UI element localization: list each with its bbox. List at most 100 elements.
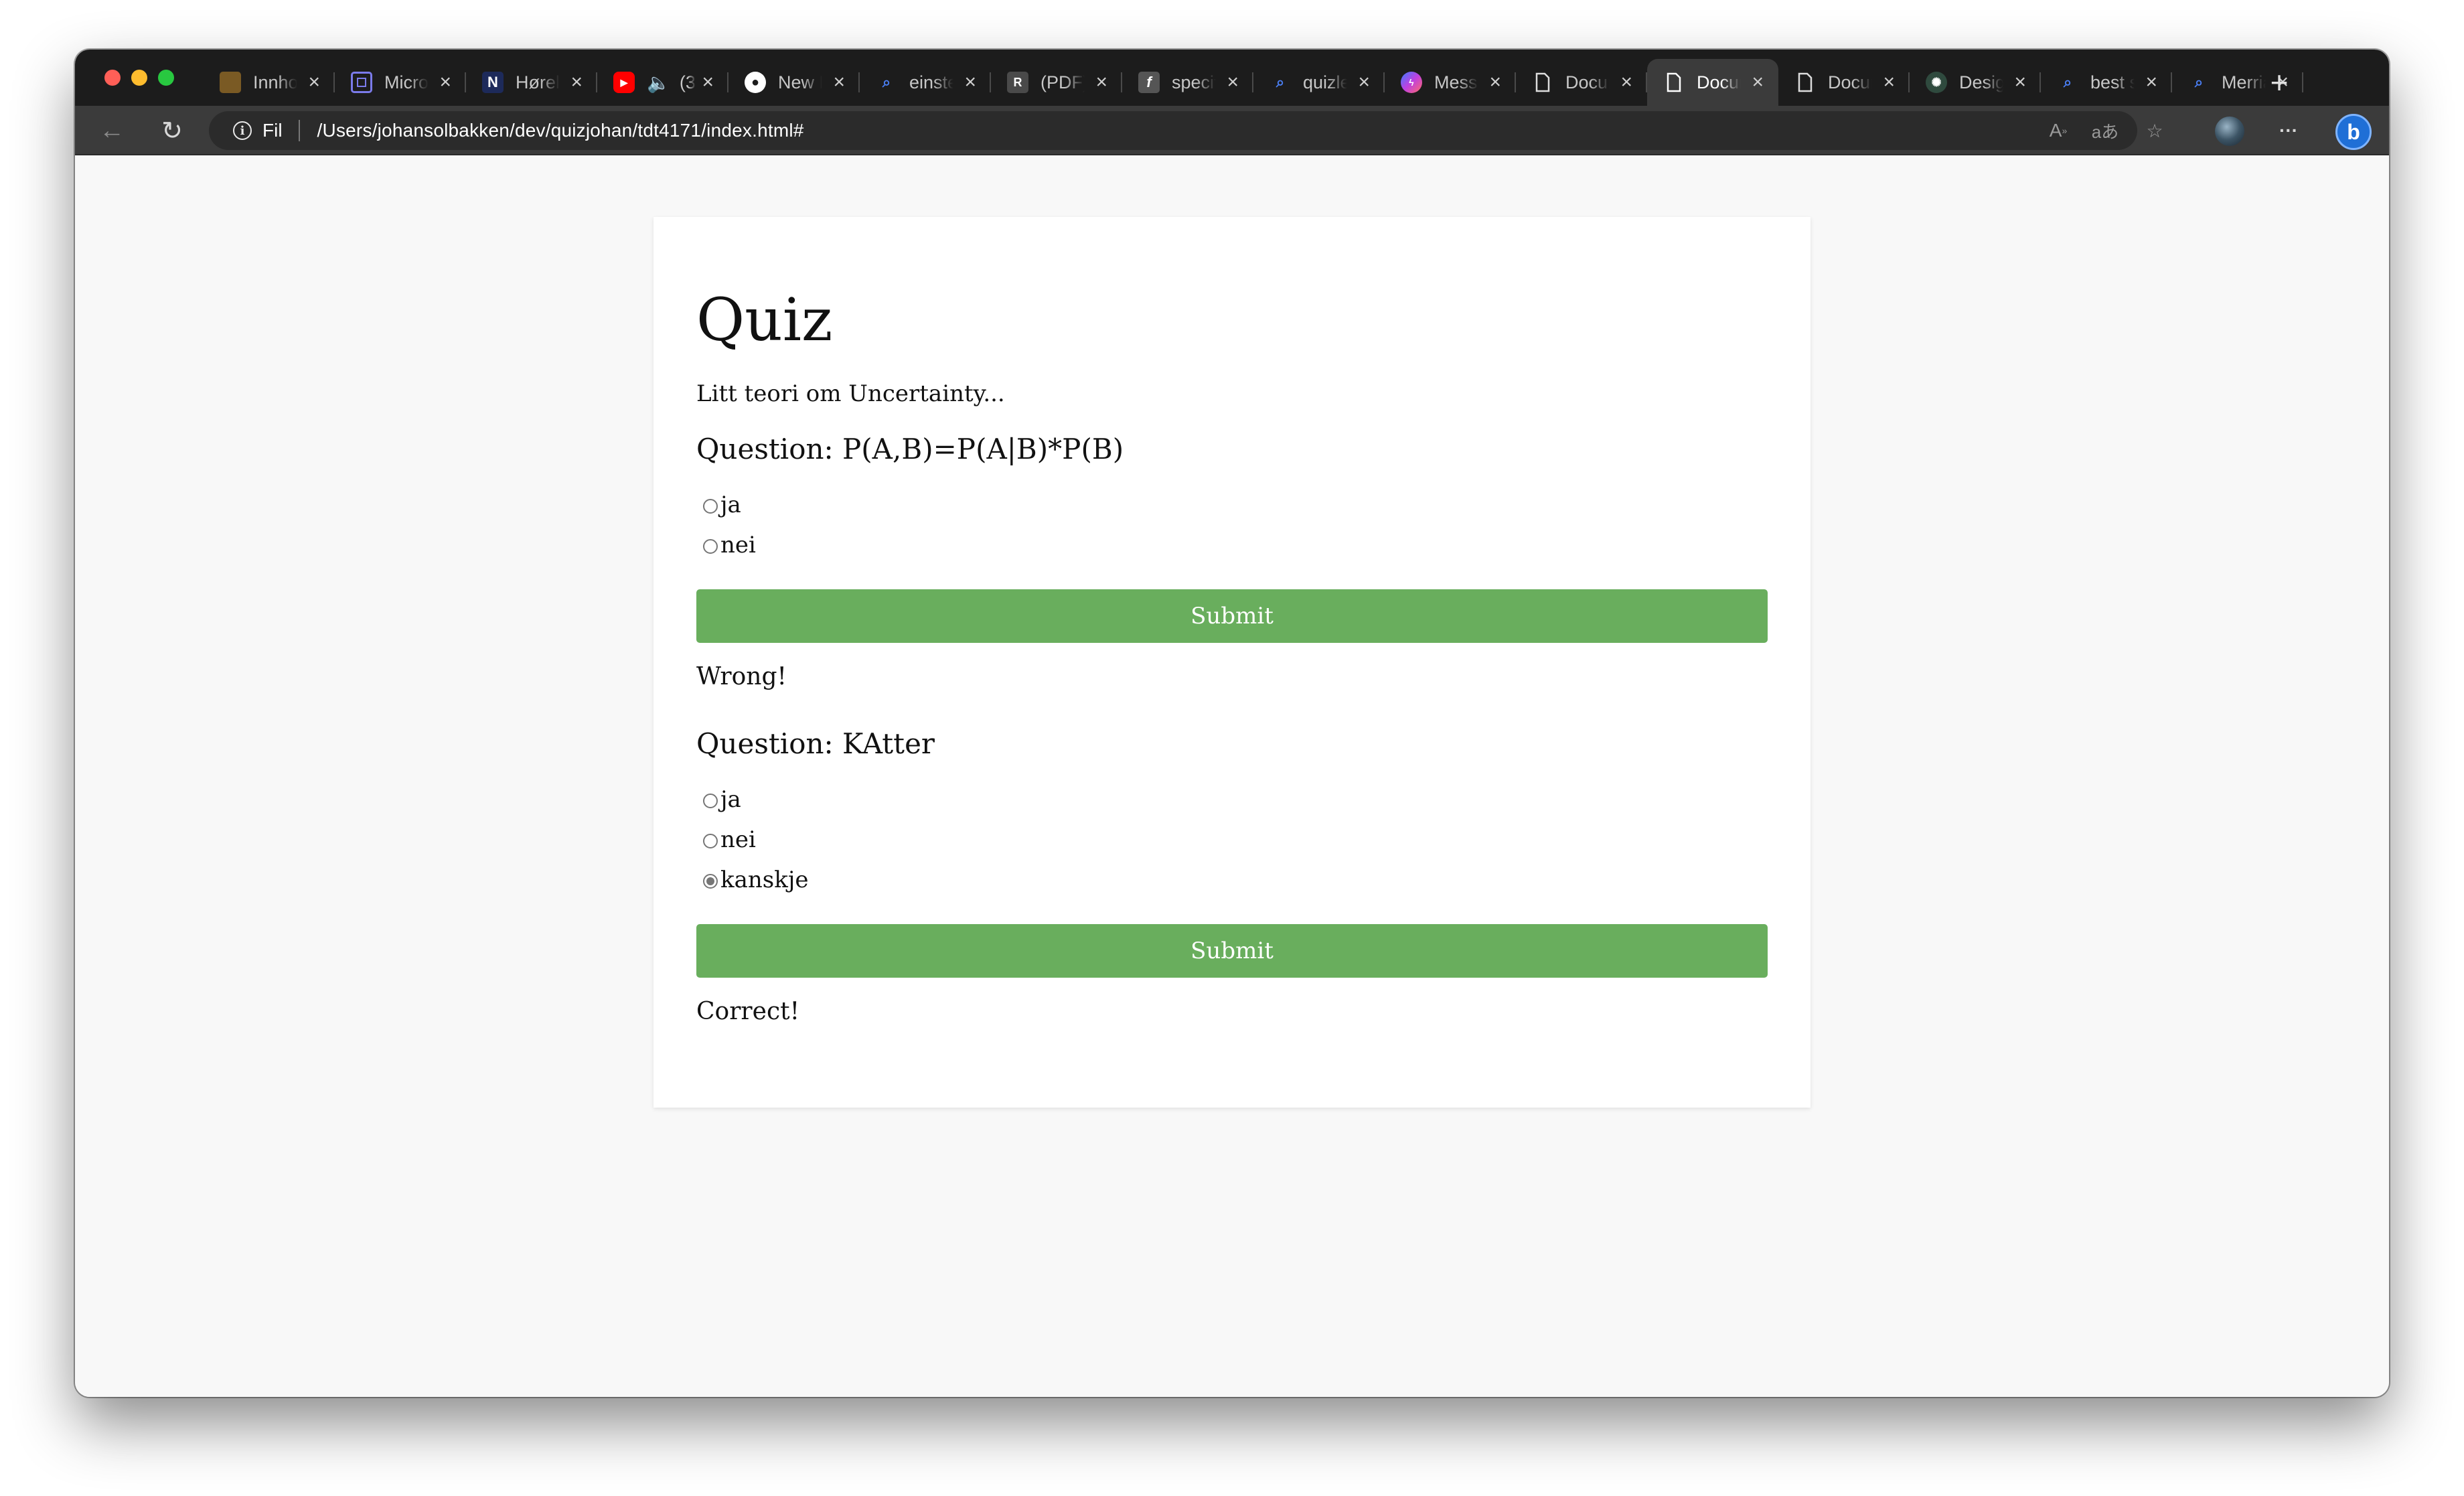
tab[interactable]: N Høreliv × (466, 59, 597, 106)
tab[interactable]: Microsoft × (335, 59, 466, 106)
close-tab-icon[interactable]: × (964, 72, 976, 92)
image-favicon-icon (220, 72, 241, 93)
tab[interactable]: Innhold × (204, 59, 335, 106)
address-bar[interactable]: i Fil /Users/johansolbakken/dev/quizjoha… (209, 111, 2137, 150)
n-favicon-icon: N (482, 72, 504, 93)
tab[interactable]: ϟ Messenger × (1385, 59, 1516, 106)
tab-title: Messenger (1434, 72, 1478, 92)
tab[interactable]: Document × (1516, 59, 1647, 106)
tab[interactable]: f specificity × (1122, 59, 1253, 106)
close-tab-icon[interactable]: × (1620, 72, 1632, 92)
messenger-favicon-icon: ϟ (1401, 72, 1422, 93)
question-2-option-ja[interactable]: ja (703, 786, 741, 813)
document-favicon-icon (1794, 72, 1816, 93)
radio-button[interactable] (703, 499, 718, 514)
close-tab-icon[interactable]: × (702, 72, 714, 92)
radio-button[interactable] (703, 539, 718, 554)
close-tab-icon[interactable]: × (308, 72, 320, 92)
tab-title: quizlet (1303, 72, 1347, 92)
option-label: ja (720, 786, 741, 813)
browser-window: Innhold × Microsoft × N Høreliv × ▶ 🔈 (3… (75, 50, 2389, 1397)
question-2-option-kanskje[interactable]: kanskje (703, 867, 808, 893)
tab-title: specificity (1172, 72, 1216, 92)
radio-button-selected[interactable] (703, 874, 718, 889)
search-favicon-icon: ⌕ (2194, 74, 2204, 90)
close-tab-icon[interactable]: × (1752, 72, 1764, 92)
tab[interactable]: R (PDF) Ir × (991, 59, 1122, 106)
document-favicon-icon (1532, 72, 1553, 93)
back-arrow-icon[interactable]: ← (95, 114, 129, 147)
intro-text: Litt teori om Uncertainty... (696, 380, 1005, 407)
tab-title: Høreliv (516, 72, 560, 92)
search-favicon-icon: ⌕ (2063, 74, 2072, 90)
add-favorite-icon[interactable]: ☆ (2140, 117, 2169, 145)
close-tab-icon[interactable]: × (570, 72, 583, 92)
info-icon[interactable]: i (233, 121, 252, 140)
tab[interactable]: ▶ 🔈 (3) × (597, 59, 728, 106)
close-tab-icon[interactable]: × (833, 72, 845, 92)
tab-title: einstein (909, 72, 953, 92)
minimize-window-button[interactable] (131, 70, 147, 86)
bing-copilot-icon[interactable]: b (2335, 114, 2372, 150)
option-label: nei (720, 532, 756, 558)
youtube-favicon-icon: ▶ (613, 72, 635, 93)
tab[interactable]: ● New Pull × (728, 59, 860, 106)
close-tab-icon[interactable]: × (1358, 72, 1370, 92)
new-tab-button[interactable]: + (2259, 59, 2299, 106)
option-label: kanskje (720, 867, 809, 893)
tab-list: Innhold × Microsoft × N Høreliv × ▶ 🔈 (3… (204, 59, 2303, 106)
researchgate-favicon-icon: R (1007, 72, 1028, 93)
tab[interactable]: ✺ Design × (1910, 59, 2041, 106)
tab[interactable]: ⌕ quizlet × (1253, 59, 1385, 106)
close-tab-icon[interactable]: × (2145, 72, 2157, 92)
document-favicon-icon (1663, 72, 1685, 93)
tab-title: Document (1828, 72, 1872, 92)
radio-button[interactable] (703, 794, 718, 808)
square-favicon-icon (351, 72, 372, 93)
question-2-option-nei[interactable]: nei (703, 826, 756, 853)
reload-icon[interactable]: ↻ (155, 114, 189, 147)
github-favicon-icon: ● (745, 72, 766, 93)
tab-title: (PDF) Ir (1041, 72, 1085, 92)
question-1-option-ja[interactable]: ja (703, 492, 741, 518)
close-tab-icon[interactable]: × (439, 72, 451, 92)
question-1-label: Question: P(A,B)=P(A|B)*P(B) (696, 433, 1124, 465)
tab-active[interactable]: Document × (1647, 59, 1778, 106)
close-tab-icon[interactable]: × (1883, 72, 1895, 92)
page-title: Quiz (696, 285, 833, 354)
tab-strip: Innhold × Microsoft × N Høreliv × ▶ 🔈 (3… (75, 50, 2389, 106)
tab[interactable]: ⌕ best s × (2041, 59, 2172, 106)
tab-title: Microsoft (384, 72, 429, 92)
question-1-submit-button[interactable]: Submit (696, 589, 1768, 643)
openai-favicon-icon: ✺ (1926, 72, 1947, 93)
tab-title: Design (1959, 72, 2003, 92)
option-label: ja (720, 492, 741, 518)
radio-button[interactable] (703, 834, 718, 848)
close-tab-icon[interactable]: × (1095, 72, 1107, 92)
translate-icon[interactable]: aあ (2090, 117, 2120, 145)
close-tab-icon[interactable]: × (1227, 72, 1239, 92)
tab-title: (3) (679, 72, 696, 92)
question-1-result: Wrong! (696, 663, 787, 690)
question-2-result: Correct! (696, 998, 800, 1025)
zoom-window-button[interactable] (158, 70, 174, 86)
audio-playing-icon[interactable]: 🔈 (647, 72, 670, 94)
tab-title: Innhold (253, 72, 297, 92)
search-favicon-icon: ⌕ (882, 74, 891, 90)
tab-title: Document (1697, 72, 1741, 92)
read-aloud-icon[interactable]: A» (2044, 117, 2073, 145)
close-tab-icon[interactable]: × (1489, 72, 1501, 92)
question-2-submit-button[interactable]: Submit (696, 924, 1768, 978)
tab[interactable]: Document × (1778, 59, 1910, 106)
close-tab-icon[interactable]: × (2014, 72, 2026, 92)
tab-title: Document (1565, 72, 1610, 92)
question-1-option-nei[interactable]: nei (703, 532, 756, 558)
address-toolbar: ← ↻ i Fil /Users/johansolbakken/dev/quiz… (75, 106, 2389, 155)
tab[interactable]: ⌕ einstein × (860, 59, 991, 106)
tab-title: New Pull (778, 72, 822, 92)
profile-avatar-icon[interactable] (2215, 117, 2244, 146)
url-text[interactable]: /Users/johansolbakken/dev/quizjohan/tdt4… (317, 120, 804, 141)
scheme-label: Fil (262, 120, 283, 141)
close-window-button[interactable] (104, 70, 121, 86)
more-icon[interactable]: ··· (2274, 117, 2303, 145)
